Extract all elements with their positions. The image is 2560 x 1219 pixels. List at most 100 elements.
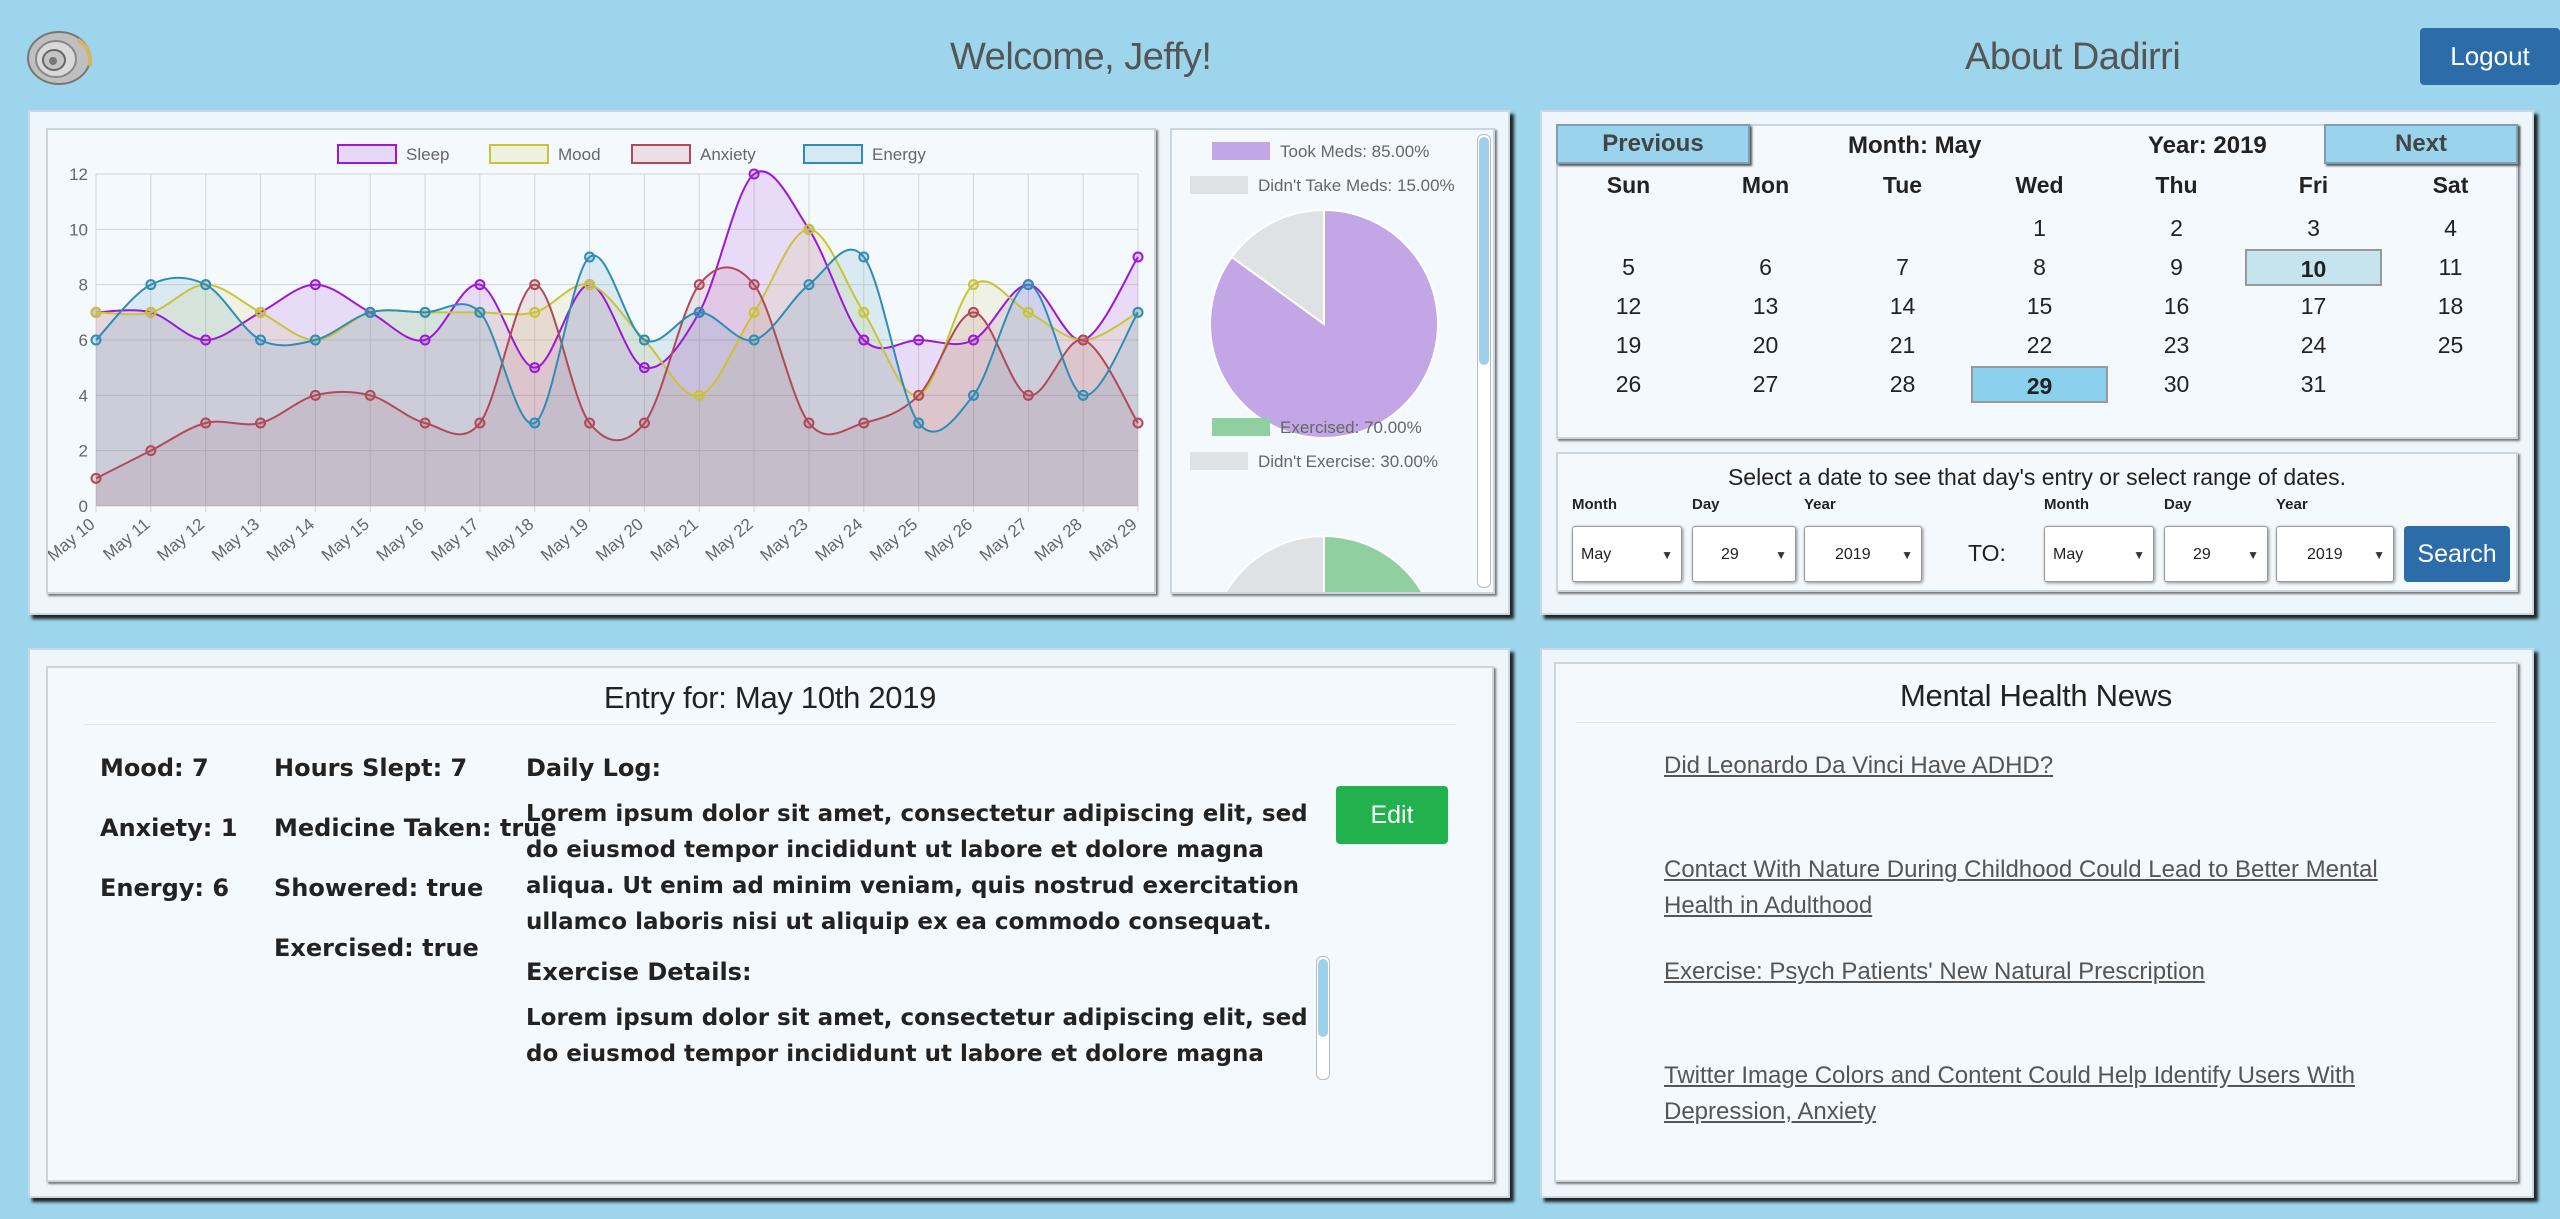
exercise-scrollbar[interactable] — [1316, 956, 1330, 1080]
calendar-day[interactable]: 27 — [1697, 366, 1834, 403]
legend-label: Mood — [558, 145, 601, 164]
data-point — [474, 417, 486, 429]
calendar-day[interactable]: 14 — [1834, 288, 1971, 325]
data-point — [693, 389, 705, 401]
to-day-value: 29 — [2193, 546, 2211, 563]
calendar-day[interactable]: 31 — [2245, 366, 2382, 403]
entry-title: Entry for: May 10th 2019 — [603, 680, 937, 715]
calendar-day[interactable]: 30 — [2108, 366, 2245, 403]
exercise-scroll-thumb[interactable] — [1318, 959, 1328, 1037]
data-point — [858, 334, 870, 346]
x-tick-label: May 17 — [428, 515, 483, 565]
calendar-day[interactable]: 18 — [2382, 288, 2519, 325]
data-point — [693, 279, 705, 291]
divider — [84, 724, 1456, 725]
exercise-details-heading: Exercise Details: — [526, 958, 752, 986]
data-point — [309, 279, 321, 291]
to-day-select[interactable]: 29 ▼ — [2164, 526, 2268, 582]
search-button[interactable]: Search — [2404, 526, 2510, 582]
weekday-header: Thu — [2155, 172, 2198, 198]
calendar-day[interactable]: 13 — [1697, 288, 1834, 325]
data-point — [90, 472, 102, 484]
calendar-day[interactable]: 17 — [2245, 288, 2382, 325]
about-link[interactable]: About Dadirri — [1965, 36, 2181, 79]
calendar-day[interactable]: 7 — [1834, 249, 1971, 286]
calendar-day[interactable]: 12 — [1560, 288, 1697, 325]
data-point — [145, 279, 157, 291]
to-year-select[interactable]: 2019 ▼ — [2276, 526, 2394, 582]
pie-scroll-thumb[interactable] — [1479, 137, 1489, 365]
news-link[interactable]: Exercise: Psych Patients' New Natural Pr… — [1664, 954, 2424, 990]
news-link[interactable]: Twitter Image Colors and Content Could H… — [1664, 1058, 2424, 1130]
weekday-header: Sun — [1606, 172, 1651, 198]
calendar-day[interactable]: 22 — [1971, 327, 2108, 364]
news-link[interactable]: Contact With Nature During Childhood Cou… — [1664, 852, 2424, 924]
divider — [1576, 722, 2496, 723]
data-point — [309, 389, 321, 401]
data-point — [748, 306, 760, 318]
news-link[interactable]: Did Leonardo Da Vinci Have ADHD? — [1664, 748, 2424, 784]
logout-button[interactable]: Logout — [2420, 28, 2560, 85]
calendar-day[interactable]: 23 — [2108, 327, 2245, 364]
previous-month-button[interactable]: Previous — [1556, 124, 1750, 164]
app-logo[interactable] — [26, 26, 96, 86]
legend-swatch — [1212, 142, 1270, 160]
to-year-label: Year — [2276, 496, 2308, 513]
data-point — [529, 417, 541, 429]
from-year-value: 2019 — [1835, 546, 1871, 563]
calendar-day[interactable]: 26 — [1560, 366, 1697, 403]
pie-charts: Took Meds: 85.00% Didn't Take Meds: 15.00… — [1190, 142, 1455, 592]
charts-panel: 0 2 4 6 8 10 12 May 10 May 11 May 12 May 13 May 14 M… — [28, 110, 1510, 615]
calendar-day[interactable]: 20 — [1697, 327, 1834, 364]
legend-label: Took Meds: 85.00% — [1280, 142, 1429, 161]
calendar-day[interactable]: 2 — [2108, 210, 2245, 247]
calendar-year: Year: 2019 — [2148, 132, 2267, 159]
calendar-day[interactable]: 15 — [1971, 288, 2108, 325]
chevron-down-icon: ▼ — [2247, 548, 2259, 562]
calendar-day[interactable]: 16 — [2108, 288, 2245, 325]
x-tick-label: May 19 — [537, 515, 592, 565]
calendar-day[interactable]: 10 — [2245, 249, 2382, 286]
legend-swatch — [1190, 452, 1248, 470]
energy-value: Energy: 6 — [100, 874, 230, 902]
x-tick-label: May 28 — [1031, 515, 1086, 565]
from-day-select[interactable]: 29 ▼ — [1692, 526, 1796, 582]
calendar-day[interactable]: 24 — [2245, 327, 2382, 364]
calendar-card: Previous Month: May Year: 2019 Next Sun M… — [1556, 124, 2518, 439]
x-tick-label: May 27 — [976, 515, 1031, 565]
y-tick-label: 12 — [69, 165, 88, 184]
data-point — [913, 389, 925, 401]
calendar-day[interactable]: 5 — [1560, 249, 1697, 286]
calendar-day[interactable]: 9 — [2108, 249, 2245, 286]
pie-slice — [1224, 534, 1325, 592]
calendar-day[interactable]: 4 — [2382, 210, 2519, 247]
calendar-day[interactable]: 1 — [1971, 210, 2108, 247]
x-tick-label: May 26 — [921, 515, 976, 565]
calendar-day[interactable]: 25 — [2382, 327, 2519, 364]
exercise-details-scroll[interactable]: Lorem ipsum dolor sit amet, consectetur … — [526, 1000, 1326, 1072]
data-point — [255, 417, 267, 429]
anxiety-value: Anxiety: 1 — [100, 814, 238, 842]
data-point — [255, 306, 267, 318]
legend-swatch — [337, 144, 397, 164]
news-card: Mental Health News Did Leonardo Da Vinci… — [1554, 662, 2518, 1182]
data-point — [1077, 334, 1089, 346]
calendar-day[interactable]: 3 — [2245, 210, 2382, 247]
calendar-day[interactable]: 29 — [1971, 366, 2108, 403]
calendar-day[interactable]: 11 — [2382, 249, 2519, 286]
calendar-day[interactable]: 19 — [1560, 327, 1697, 364]
calendar-day[interactable]: 8 — [1971, 249, 2108, 286]
edit-button[interactable]: Edit — [1336, 786, 1448, 844]
data-point — [967, 279, 979, 291]
calendar-day[interactable]: 28 — [1834, 366, 1971, 403]
showered-value: Showered: true — [274, 874, 484, 902]
pie-scrollbar[interactable] — [1477, 134, 1491, 588]
data-point — [419, 306, 431, 318]
to-month-select[interactable]: May ▼ — [2044, 526, 2154, 582]
next-month-button[interactable]: Next — [2324, 124, 2518, 164]
from-month-select[interactable]: May ▼ — [1572, 526, 1682, 582]
calendar-day[interactable]: 21 — [1834, 327, 1971, 364]
from-year-select[interactable]: 2019 ▼ — [1804, 526, 1922, 582]
data-point — [748, 168, 760, 180]
calendar-day[interactable]: 6 — [1697, 249, 1834, 286]
